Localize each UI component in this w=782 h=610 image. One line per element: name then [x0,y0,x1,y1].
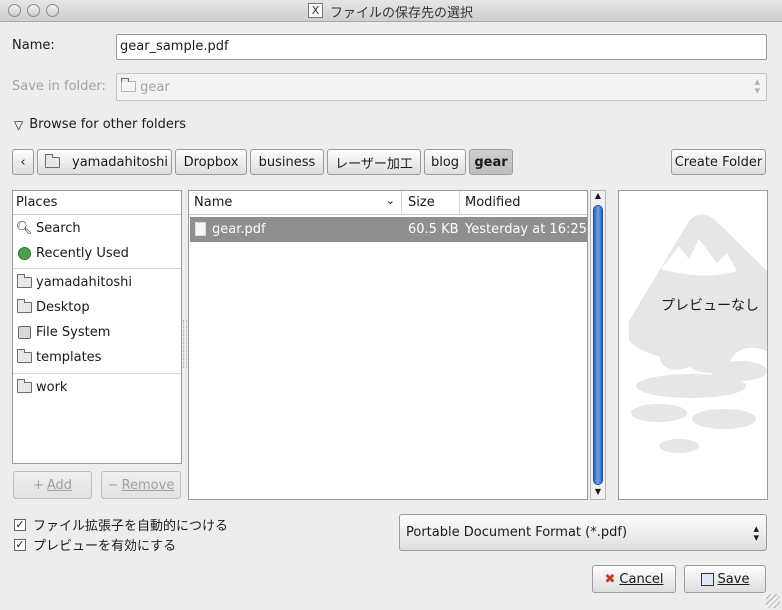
browse-expander[interactable]: ▽ Browse for other folders [14,117,186,132]
title-bar: X ファイルの保存先の選択 [0,0,782,22]
save-in-folder-label: Save in folder: [12,79,106,94]
place-label: work [36,380,68,395]
preview-panel: プレビューなし [618,190,768,500]
scroll-thumb[interactable] [593,205,603,485]
path-segment-business[interactable]: business [250,149,324,175]
place-label: templates [36,350,102,365]
window-title: ファイルの保存先の選択 [330,6,474,21]
folder-icon [16,299,32,316]
floppy-disk-icon [700,572,714,586]
pane-splitter-handle[interactable] [183,320,187,368]
place-label: File System [36,325,111,340]
name-label: Name: [12,38,55,53]
name-label-text: Name: [12,38,55,53]
column-name-label: Name [194,195,233,210]
plus-icon: + [32,477,44,493]
place-search[interactable]: 🔍︎ Search [13,216,181,241]
enable-preview-checkbox[interactable]: ✓ [14,538,26,551]
file-list-scrollbar[interactable]: ▲ ▼ [590,190,606,500]
path-segment-laser[interactable]: レーザー加工 [327,149,421,175]
column-header-size[interactable]: Size [403,191,460,215]
file-type-value: Portable Document Format (*.pdf) [406,525,628,540]
enable-preview-label: プレビューを有効にする [33,539,177,554]
column-header-modified[interactable]: Modified [461,191,587,215]
file-name: gear.pdf [212,222,266,237]
save-in-folder-combo[interactable]: gear ▴ ▾ [116,73,767,101]
path-segment-blog[interactable]: blog [424,149,466,175]
file-list-header: Name ⌄ Size Modified [189,191,587,215]
zoom-window-button[interactable] [46,4,59,17]
close-window-button[interactable] [8,4,21,17]
create-folder-button[interactable]: Create Folder [671,149,766,175]
place-recently-used[interactable]: Recently Used [13,241,181,266]
chevron-left-icon: ‹ [20,154,26,170]
path-segment-label: yamadahitoshi [72,154,169,170]
column-size-label: Size [408,195,435,210]
folder-icon [16,274,32,291]
resize-grip[interactable] [766,594,780,608]
document-icon [195,222,206,236]
save-label: Save [717,571,750,587]
no-preview-text: プレビューなし [661,298,759,314]
recent-icon [16,246,32,262]
places-separator [13,268,181,269]
path-segment-home[interactable]: yamadahitoshi [37,149,172,175]
add-place-button[interactable]: + Add [13,471,92,499]
places-separator [13,373,181,374]
place-work[interactable]: work [13,375,181,400]
auto-extension-checkbox[interactable]: ✓ [14,518,26,531]
auto-extension-option[interactable]: ✓ ファイル拡張子を自動的につける [14,515,228,534]
add-label: Add [46,477,73,493]
auto-extension-label: ファイル拡張子を自動的につける [33,519,229,534]
enable-preview-option[interactable]: ✓ プレビューを有効にする [14,535,176,554]
cancel-button[interactable]: ✖ Cancel [592,565,676,593]
folder-icon [16,349,32,366]
remove-place-button[interactable]: − Remove [101,471,181,499]
place-label: yamadahitoshi [36,275,133,290]
place-label: Desktop [36,300,90,315]
drive-icon [16,325,32,341]
scroll-up-arrow-icon[interactable]: ▲ [592,192,604,200]
place-file-system[interactable]: File System [13,320,181,345]
place-label: Search [36,221,81,236]
place-yamadahitoshi[interactable]: yamadahitoshi [13,270,181,295]
path-segment-dropbox[interactable]: Dropbox [175,149,247,175]
updown-arrows-icon: ▴ ▾ [753,522,759,544]
path-segment-gear[interactable]: gear [469,149,513,175]
file-list: Name ⌄ Size Modified gear.pdf 60.5 KB Ye… [188,190,588,500]
place-label: Recently Used [36,246,129,261]
column-header-name[interactable]: Name ⌄ [189,191,402,215]
folder-icon [45,153,60,168]
updown-arrows-icon: ▴ ▾ [754,75,760,97]
file-type-combo[interactable]: Portable Document Format (*.pdf) ▴ ▾ [399,514,767,551]
file-size: 60.5 KB [408,222,459,237]
place-templates[interactable]: templates [13,345,181,370]
file-modified: Yesterday at 16:25 [465,222,587,237]
save-in-folder-value: gear [140,80,170,95]
name-input[interactable]: gear_sample.pdf [116,34,767,60]
cancel-x-icon: ✖ [604,571,616,587]
path-back-button[interactable]: ‹ [12,149,34,175]
inkscape-watermark-icon [629,214,767,453]
folder-icon [16,379,32,396]
column-modified-label: Modified [465,195,521,210]
x11-app-icon: X [308,3,323,18]
minus-icon: − [107,477,119,493]
save-button[interactable]: Save [684,565,766,593]
search-icon: 🔍︎ [15,221,33,236]
file-row-selected[interactable]: gear.pdf 60.5 KB Yesterday at 16:25 [190,217,587,242]
expander-triangle-icon: ▽ [14,117,24,132]
places-header[interactable]: Places [13,191,181,215]
scroll-down-arrow-icon[interactable]: ▼ [592,488,604,496]
sort-chevron-down-icon: ⌄ [385,194,395,207]
places-header-label: Places [16,195,58,210]
folder-icon [121,78,136,92]
places-panel: Places 🔍︎ Search Recently Used yamadahit… [12,190,182,464]
browse-label: Browse for other folders [29,117,186,132]
remove-label: Remove [121,477,175,493]
place-desktop[interactable]: Desktop [13,295,181,320]
minimize-window-button[interactable] [27,4,40,17]
cancel-label: Cancel [619,571,664,587]
